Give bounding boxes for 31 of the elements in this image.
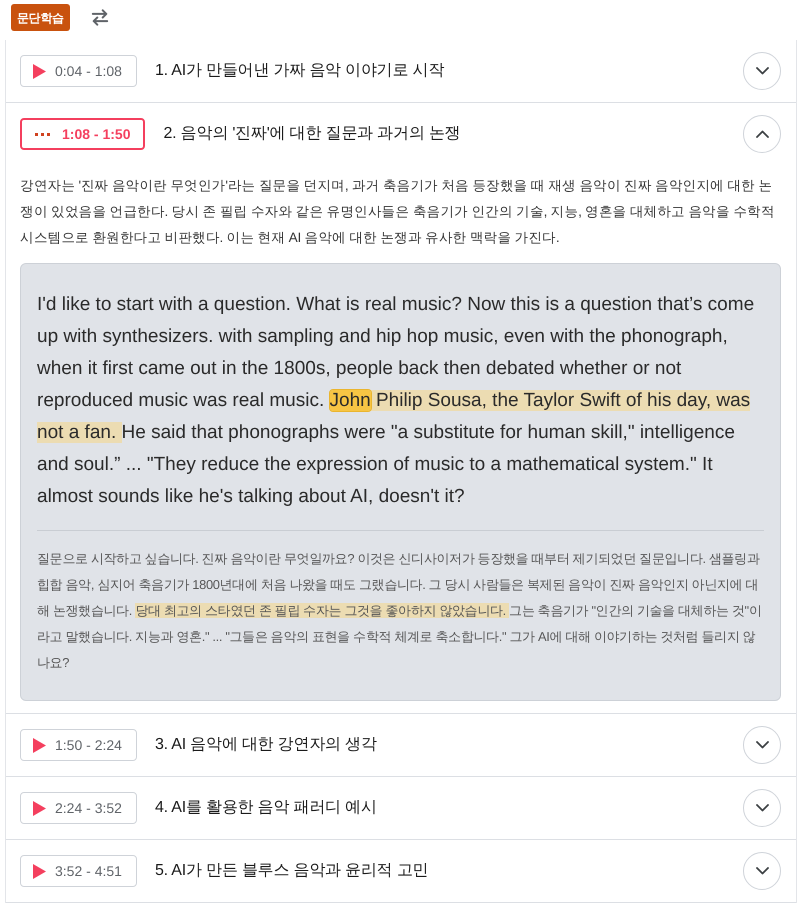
chevron-up-icon bbox=[756, 130, 768, 138]
chevron-down-icon bbox=[756, 867, 768, 875]
expand-toggle-button[interactable] bbox=[743, 852, 781, 890]
expand-toggle-button[interactable] bbox=[743, 115, 781, 153]
play-segment-button[interactable]: 1:50 - 2:24 bbox=[20, 729, 137, 761]
play-segment-button[interactable]: 3:52 - 4:51 bbox=[20, 855, 137, 887]
play-segment-button[interactable]: 0:04 - 1:08 bbox=[20, 55, 137, 87]
section-title: 1. AI가 만들어낸 가짜 음악 이야기로 시작 bbox=[154, 61, 444, 81]
play-icon bbox=[33, 64, 46, 78]
play-icon bbox=[33, 800, 46, 816]
section-title: 4. AI를 활용한 음악 패러디 예시 bbox=[154, 798, 377, 818]
chevron-down-icon bbox=[756, 741, 768, 749]
dots-icon bbox=[35, 132, 50, 136]
transcript-text: I'd like to start with a question. What is real music? Now this is a question that’s come up with synthesizers. with sampling and hip hop music, even with the phonograph, when it first came out in the 1800s, people back then debated whether or not reproduced music was real music. John Philip Sousa, the Taylor Swift of his day, was not a fan. He said that phonographs were "a substitute for human skill," intelligence and soul.” ... "They reduce the expression of music to a mathematical system." It almost sounds like he's talking about AI, doesn't it? bbox=[37, 293, 756, 509]
play-icon bbox=[33, 864, 46, 878]
expand-toggle-button[interactable] bbox=[743, 52, 781, 90]
mode-badge[interactable]: 문단학습 bbox=[11, 4, 70, 31]
chevron-down-icon bbox=[756, 804, 768, 812]
section-title: 5. AI가 만든 블루스 음악과 윤리적 고민 bbox=[154, 861, 428, 881]
chevron-down-icon bbox=[756, 67, 768, 75]
play-segment-button[interactable]: 2:24 - 3:52 bbox=[20, 792, 137, 824]
expand-toggle-button[interactable] bbox=[743, 789, 781, 827]
section-summary: 강연자는 '진짜 음악이란 무엇인가'라는 질문을 던지며, 과거 축음기가 처음 등장했을 때 재생 음악이 진짜 음악인지에 대한 논쟁이 있었음을 언급한다. 당시 존 필립 수자와 같은 유명인사들은 축음기가 인간의 기술, 지능, 영혼을 대체하고 음악을 수학적 시스템으로 환원한다고 비판했다. 이는 현재 AI 음악에 대한 논쟁과 유사한 맥락을 가진다. bbox=[20, 177, 776, 247]
play-icon bbox=[33, 738, 46, 752]
play-segment-button[interactable]: 1:08 - 1:50 bbox=[20, 118, 146, 150]
section-title: 2. 음악의 '진짜'에 대한 질문과 과거의 논쟁 bbox=[163, 124, 460, 144]
expand-toggle-button[interactable] bbox=[743, 726, 781, 764]
section-title: 3. AI 음악에 대한 강연자의 생각 bbox=[154, 735, 377, 755]
translation-text: 질문으로 시작하고 싶습니다. 진짜 음악이란 무엇일까요? 이것은 신디사이저가 등장했을 때부터 제기되었던 질문입니다. 샘플링과 힙합 음악, 심지어 축음기가 1800년대에 처음 나왔을 때도 그랬습니다. 그 당시 사람들은 복제된 음악이 진짜 음악인지 아닌지에 대해 논쟁했습니다. 당대 최고의 스타였던 존 필립 수자는 그것을 좋아하지 않았습니다. 그는 축음기가 "인간의 기술을 대체하는 것"이라고 말했습니다. 지능과 영혼." ... "그들은 음악의 표현을 수학적 체계로 축소합니다." 그가 AI에 대해 이야기하는 것처럼 들리지 않나요? bbox=[37, 550, 762, 672]
swap-button[interactable] bbox=[90, 9, 109, 26]
swap-icon bbox=[90, 9, 109, 26]
